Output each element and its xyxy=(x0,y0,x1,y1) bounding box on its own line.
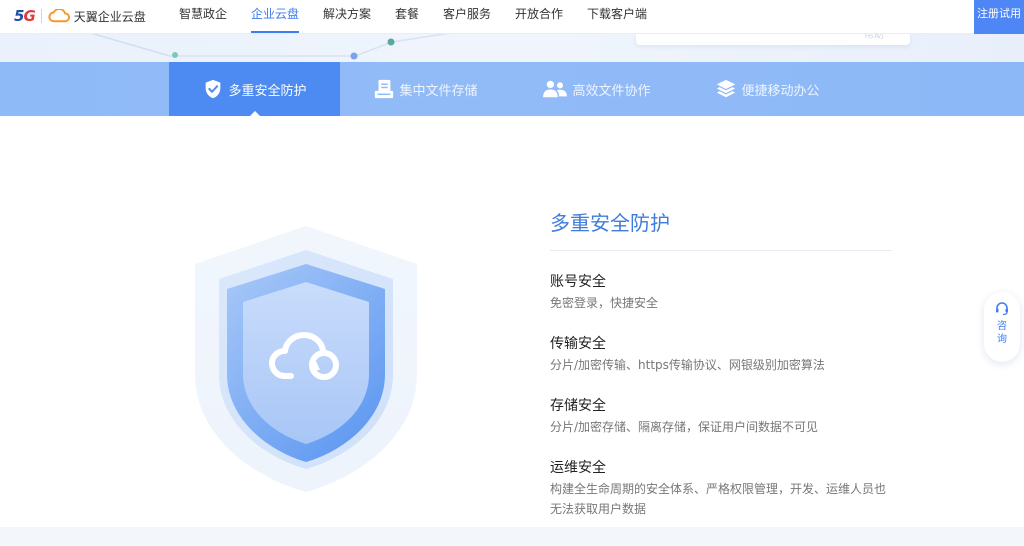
feature-title: 账号安全 xyxy=(550,274,606,290)
feature-content: 多重安全防护 账号安全 免密登录，快捷安全 传输安全 分片/加密传输、https… xyxy=(550,208,894,516)
feature-description: 分片/加密存储、隔离存储，保证用户间数据不可见 xyxy=(550,420,819,434)
consult-label: 咨询 xyxy=(997,321,1007,345)
section-title: 多重安全防护 xyxy=(550,211,670,235)
logo-divider xyxy=(40,9,42,23)
page-bottom-band xyxy=(0,527,1024,546)
layers-icon xyxy=(717,79,736,98)
shield-cloud-icon xyxy=(195,226,417,492)
feature-description: 分片/加密传输、https传输协议、网银级别加密算法 xyxy=(550,358,825,372)
tab-label: 多重安全防护 xyxy=(228,83,307,99)
users-icon xyxy=(543,80,568,98)
nav-item-smart-gov[interactable]: 智慧政企 xyxy=(179,0,227,34)
hero-banner: 帮助 xyxy=(0,34,1024,62)
nav-item-download-client[interactable]: 下载客户端 xyxy=(587,0,647,34)
consult-float-button[interactable]: 咨询 xyxy=(984,292,1020,362)
shield-check-icon xyxy=(206,79,221,99)
feature-item: 传输安全 分片/加密传输、https传输协议、网银级别加密算法 xyxy=(550,334,894,375)
feature-description: 免密登录，快捷安全 xyxy=(550,296,659,310)
tab-storage[interactable]: 集中文件存储 xyxy=(340,62,511,116)
tab-collaboration[interactable]: 高效文件协作 xyxy=(511,62,682,116)
hero-card: 帮助 xyxy=(636,34,910,45)
logo-5g-mark: 5G xyxy=(14,7,36,25)
tab-label: 便捷移动办公 xyxy=(741,83,820,99)
feature-title: 存储安全 xyxy=(550,398,606,414)
top-navigation: 5G 天翼企业云盘 智慧政企 企业云盘 解决方案 套餐 客户服务 开放合作 下载… xyxy=(0,0,1024,34)
security-shield-illustration xyxy=(193,224,419,494)
feature-description: 构建全生命周期的安全体系、严格权限管理，开发、运维人员也无法获取用户数据 xyxy=(550,482,887,516)
brand-logo[interactable]: 5G 天翼企业云盘 xyxy=(14,5,146,27)
tab-security[interactable]: 多重安全防护 xyxy=(169,62,340,116)
tab-label: 集中文件存储 xyxy=(399,83,478,99)
register-trial-button[interactable]: 注册试用 xyxy=(974,0,1024,34)
hero-card-label: 帮助 xyxy=(864,34,884,41)
cloud-logo-icon xyxy=(48,9,70,23)
nav-item-open-cooperation[interactable]: 开放合作 xyxy=(515,0,563,34)
nav-item-customer-service[interactable]: 客户服务 xyxy=(443,0,491,34)
file-storage-icon xyxy=(375,79,394,99)
tab-label: 高效文件协作 xyxy=(572,83,651,99)
nav-item-enterprise-cloud[interactable]: 企业云盘 xyxy=(251,0,300,34)
feature-title: 运维安全 xyxy=(550,460,606,476)
tab-mobile-office[interactable]: 便捷移动办公 xyxy=(682,62,853,116)
brand-name: 天翼企业云盘 xyxy=(73,9,146,24)
feature-title: 传输安全 xyxy=(550,336,606,352)
nav-item-solutions[interactable]: 解决方案 xyxy=(323,0,371,34)
feature-item: 账号安全 免密登录，快捷安全 xyxy=(550,272,894,313)
feature-item: 运维安全 构建全生命周期的安全体系、严格权限管理，开发、运维人员也无法获取用户数… xyxy=(550,458,894,519)
feature-item: 存储安全 分片/加密存储、隔离存储，保证用户间数据不可见 xyxy=(550,396,894,437)
headset-icon xyxy=(996,302,1008,316)
title-divider xyxy=(550,250,892,251)
feature-tabbar: 多重安全防护 集中文件存储 高效文件协作 便捷移动办公 xyxy=(0,62,1024,116)
nav-item-plans[interactable]: 套餐 xyxy=(395,0,419,34)
